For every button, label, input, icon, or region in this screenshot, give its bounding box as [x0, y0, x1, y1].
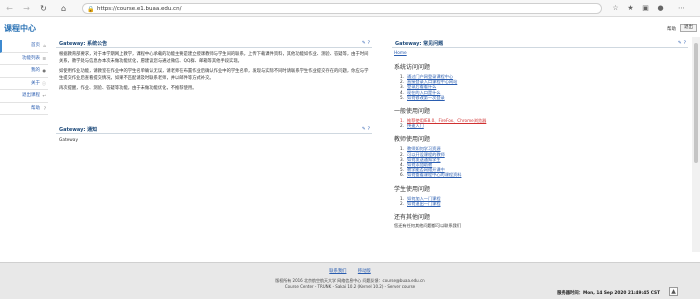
- profile-icon[interactable]: ●: [655, 3, 666, 14]
- footer-version: Course Center - TRUNK - Sakai 10.2 (Kern…: [284, 284, 416, 289]
- faq-home-link[interactable]: Home: [394, 51, 688, 56]
- footer-links: 联系我们 移动版: [0, 268, 700, 274]
- footer-link-contact[interactable]: 联系我们: [329, 269, 346, 274]
- help-icon[interactable]: ?: [368, 41, 370, 46]
- sidebar: 首页 ⌂ 功能列表 ☰ 我的 ● 关于 ⓘ 退出课程 ↩ 帮助 ?: [0, 40, 48, 115]
- forward-icon[interactable]: →: [21, 3, 32, 14]
- help-icon[interactable]: ?: [684, 41, 686, 46]
- sidebar-item-label: 关于: [31, 80, 40, 86]
- footer-link-mobile[interactable]: 移动版: [358, 269, 371, 274]
- logout-button[interactable]: 退出: [680, 24, 697, 32]
- faq-section-heading: 教师使用问题: [394, 136, 431, 144]
- faq-list: 1. 教师如何学习资源 2. 可以开设课程的教师 3. 如何发送通知学生 4. 如何添加…: [400, 146, 688, 177]
- server-time-value: Mon, 14 Sep 2020 21:49:45 CST: [582, 291, 660, 296]
- site-header: 课程中心 帮助 退出: [0, 17, 700, 37]
- sidebar-item-features[interactable]: 功能列表 ☰: [0, 53, 48, 65]
- portlet-tools: ✎?: [360, 127, 370, 133]
- portlet-header: Gateway: 常见问题 ✎?: [392, 40, 688, 48]
- announcement-paragraph: 根据教育部要求，对于本学期网上教学，课程中心承载的功能主要是建立授课教师与学生间…: [59, 52, 369, 64]
- sidebar-item-label: 功能列表: [22, 55, 40, 61]
- edit-icon[interactable]: ✎: [678, 41, 682, 46]
- announcement-paragraph: 如使用作业功能，请教室在作业中的学生名单确认无误，请老师在布置作业后确认作业中的…: [59, 69, 369, 81]
- list-icon: ☰: [42, 55, 46, 61]
- sidebar-item-home[interactable]: 首页 ⌂: [0, 40, 48, 53]
- sidebar-item-quit-course[interactable]: 退出课程 ↩: [0, 90, 48, 103]
- sidebar-item-mine[interactable]: 我的 ●: [0, 65, 48, 78]
- browser-toolbar: ← → ↻ ⌂ 🔒 https://course.e1.buaa.edu.cn/…: [0, 0, 700, 17]
- portlet-tools: ✎?: [360, 41, 370, 47]
- faq-list: 1. 如何加入一门课程 2. 如何退出一门课程: [400, 196, 688, 206]
- help-link[interactable]: 帮助: [667, 26, 676, 32]
- faq-link[interactable]: 5. 如何修改第一次登录: [400, 95, 688, 100]
- faq-section-heading: 系统访问问题: [394, 64, 431, 71]
- page-scrollbar[interactable]: [692, 37, 700, 252]
- url-text: https://course.e1.buaa.edu.cn/: [97, 6, 182, 12]
- notice-portlet: Gateway: 通知 ✎? Gateway: [56, 126, 372, 148]
- reload-icon[interactable]: ↻: [38, 3, 49, 14]
- sidebar-item-label: 首页: [31, 43, 40, 48]
- portlet-body: 根据教育部要求，对于本学期网上教学，课程中心承载的功能主要是建立授课教师与学生间…: [56, 48, 372, 98]
- star-icon[interactable]: ☆: [610, 3, 621, 14]
- portlet-body: Gateway: [56, 134, 372, 147]
- sidebar-item-help[interactable]: 帮助 ?: [0, 103, 48, 115]
- portlet-title: Gateway: 通知: [59, 127, 98, 133]
- announcement-paragraph: 再次提醒，作业、测验、答疑等功能，由于未做功能优化，不推荐使用。: [59, 86, 197, 91]
- faq-link[interactable]: 6. 如何查看课程中心的课程资料: [400, 172, 688, 177]
- user-icon: ●: [42, 68, 47, 73]
- faq-list: 1. 推荐使用IE8.0、FireFox、Chrome浏览器 2. 快速入门: [400, 118, 688, 128]
- info-icon: ⓘ: [42, 80, 46, 86]
- faq-link[interactable]: 2. 快速入门: [400, 123, 688, 128]
- sidebar-item-about[interactable]: 关于 ⓘ: [0, 78, 48, 90]
- back-to-top-icon[interactable]: ▲: [669, 287, 678, 296]
- faq-section-heading: 一般使用问题: [394, 108, 431, 116]
- server-time: 服务器时间：Mon, 14 Sep 2020 21:49:45 CST: [557, 290, 660, 296]
- more-icon[interactable]: ⋯: [676, 3, 687, 14]
- portlet-title: Gateway: 常见问题: [395, 41, 444, 47]
- help-icon: ?: [43, 105, 46, 111]
- lock-icon: 🔒: [87, 6, 95, 13]
- sidebar-item-label: 帮助: [31, 105, 40, 111]
- faq-section-heading: 学生使用问题: [394, 185, 431, 193]
- portlet-tools: ✎?: [676, 41, 686, 47]
- faq-note: 您还有任何其他问题都可以联系我们: [394, 223, 462, 229]
- site-title: 课程中心: [4, 24, 36, 33]
- portlet-header: Gateway: 系统公告 ✎?: [56, 40, 372, 48]
- edit-icon[interactable]: ✎: [362, 127, 366, 132]
- sidebar-item-label: 退出课程: [22, 93, 40, 98]
- edit-icon[interactable]: ✎: [362, 41, 366, 46]
- scrollbar-thumb[interactable]: [694, 43, 698, 163]
- home-icon: ⌂: [43, 43, 46, 48]
- faq-link[interactable]: 2. 如何退出一门课程: [400, 201, 688, 206]
- collections-icon[interactable]: ▣: [640, 3, 651, 14]
- exit-icon: ↩: [42, 93, 46, 98]
- sidebar-item-label: 我的: [31, 68, 40, 73]
- footer: 联系我们 移动版 版权所有 2016 北京航空航天大学 网络信息中心 问题反馈：…: [0, 262, 700, 299]
- faq-list: 1. 通过门户网登录课程中心 2. 直接登录入口课程中心网站 3. 登录后看看什么 4…: [400, 74, 688, 100]
- home-icon[interactable]: ⌂: [58, 3, 69, 14]
- server-time-label: 服务器时间：: [557, 291, 583, 296]
- portlet-header: Gateway: 通知 ✎?: [56, 126, 372, 134]
- notice-body: Gateway: [59, 138, 78, 143]
- help-icon[interactable]: ?: [368, 127, 370, 132]
- portlet-title: Gateway: 系统公告: [59, 41, 108, 47]
- faq-section-heading: 还有其他问题: [394, 214, 431, 222]
- address-bar[interactable]: 🔒 https://course.e1.buaa.edu.cn/: [82, 3, 602, 14]
- back-icon[interactable]: ←: [4, 3, 15, 14]
- favorites-icon[interactable]: ★: [625, 3, 636, 14]
- faq-portlet: Gateway: 常见问题 ✎? Home 系统访问问题 1. 通过门户网登录课程…: [392, 40, 688, 260]
